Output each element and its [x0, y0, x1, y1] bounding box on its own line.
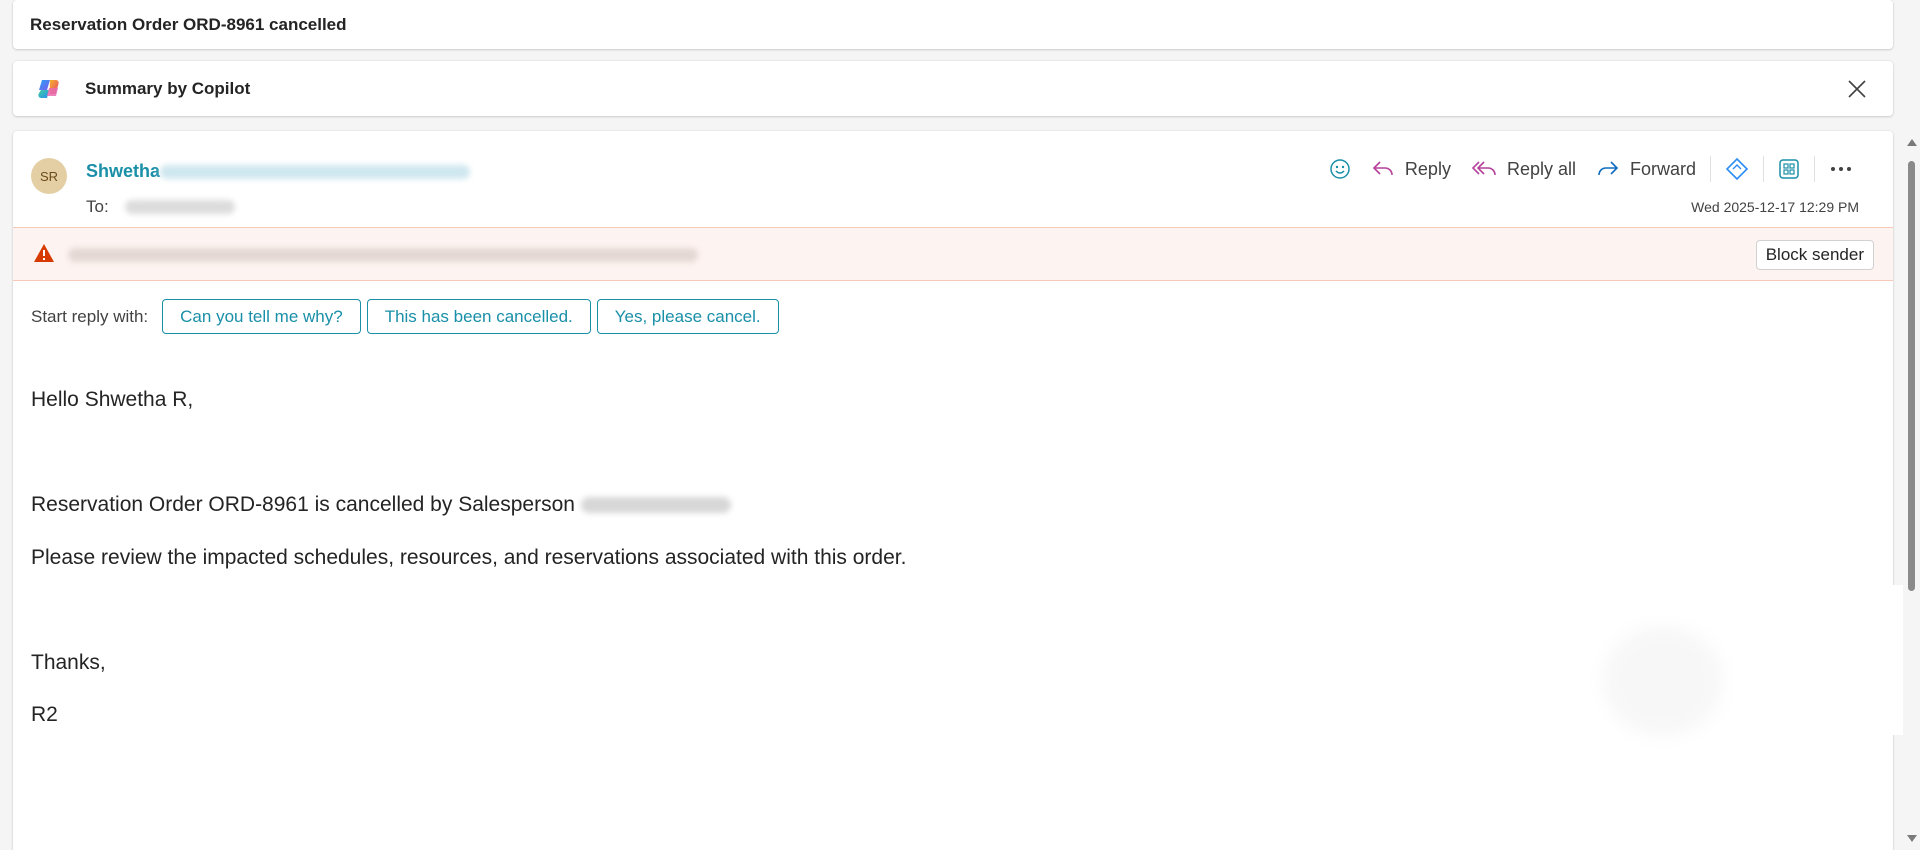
scroll-thumb[interactable] [1908, 161, 1915, 591]
body-line-cancelled: Reservation Order ORD-8961 is cancelled … [31, 493, 731, 517]
more-actions-button[interactable] [1819, 152, 1863, 186]
email-subject: Reservation Order ORD-8961 cancelled [30, 14, 347, 34]
body-line-review: Please review the impacted schedules, re… [31, 546, 907, 569]
toolbar-divider [1710, 156, 1711, 182]
sender-email-redacted [160, 165, 470, 179]
vertical-scrollbar[interactable] [1903, 131, 1920, 850]
close-summary-button[interactable] [1843, 75, 1871, 103]
quick-reply-button[interactable]: This has been cancelled. [366, 299, 591, 334]
right-gutter [1876, 585, 1903, 735]
recipient-redacted[interactable] [125, 200, 235, 214]
external-sender-warning: Block sender [13, 227, 1893, 281]
salesperson-name-redacted [580, 497, 731, 514]
warning-icon [33, 243, 55, 268]
copilot-summary-bar[interactable]: Summary by Copilot [13, 61, 1893, 116]
diamond-icon [1725, 157, 1749, 181]
block-sender-button[interactable]: Block sender [1755, 240, 1874, 270]
subject-bar: Reservation Order ORD-8961 cancelled [13, 0, 1893, 49]
scroll-up-arrow[interactable] [1907, 139, 1917, 146]
reply-label: Reply [1404, 158, 1451, 179]
apps-grid-icon [1779, 159, 1799, 179]
quick-reply-button[interactable]: Can you tell me why? [162, 299, 361, 334]
forward-label: Forward [1629, 158, 1696, 179]
body-line-cancelled-text: Reservation Order ORD-8961 is cancelled … [31, 493, 575, 516]
apps-button[interactable] [1768, 152, 1810, 186]
body-thanks: Thanks, [31, 651, 106, 674]
copilot-icon [35, 74, 65, 104]
scroll-down-arrow[interactable] [1907, 835, 1917, 842]
reply-icon [1372, 161, 1393, 176]
close-icon [1848, 80, 1866, 98]
toolbar-divider [1814, 156, 1815, 182]
reply-all-button[interactable]: Reply all [1461, 152, 1586, 186]
reply-all-label: Reply all [1506, 158, 1576, 179]
toolbar-divider [1763, 156, 1764, 182]
copilot-action-button[interactable] [1715, 152, 1759, 186]
quick-reply-label: Start reply with: [31, 306, 149, 326]
reply-button[interactable]: Reply [1361, 152, 1461, 186]
faint-watermark [1603, 626, 1723, 736]
sender-name[interactable]: Shwetha [86, 161, 160, 182]
warning-text-redacted [68, 248, 698, 262]
to-label: To: [86, 197, 109, 216]
reply-all-icon [1471, 161, 1496, 176]
react-button[interactable] [1319, 152, 1361, 186]
more-horizontal-icon [1831, 167, 1851, 171]
sender-avatar[interactable]: SR [31, 158, 67, 194]
message-timestamp: Wed 2025-12-17 12:29 PM [1691, 199, 1859, 215]
forward-icon [1598, 161, 1619, 176]
copilot-summary-label: Summary by Copilot [85, 78, 251, 98]
suggested-replies: Start reply with: Can you tell me why? T… [31, 299, 785, 334]
body-greeting: Hello Shwetha R, [31, 388, 194, 411]
forward-button[interactable]: Forward [1586, 152, 1706, 186]
quick-reply-button[interactable]: Yes, please cancel. [596, 299, 779, 334]
emoji-icon [1330, 159, 1350, 179]
body-signature: R2 [31, 703, 58, 726]
message-card: SR Shwetha To: Reply Reply all Forward W… [13, 131, 1893, 850]
message-actions-toolbar: Reply Reply all Forward [1319, 152, 1863, 186]
